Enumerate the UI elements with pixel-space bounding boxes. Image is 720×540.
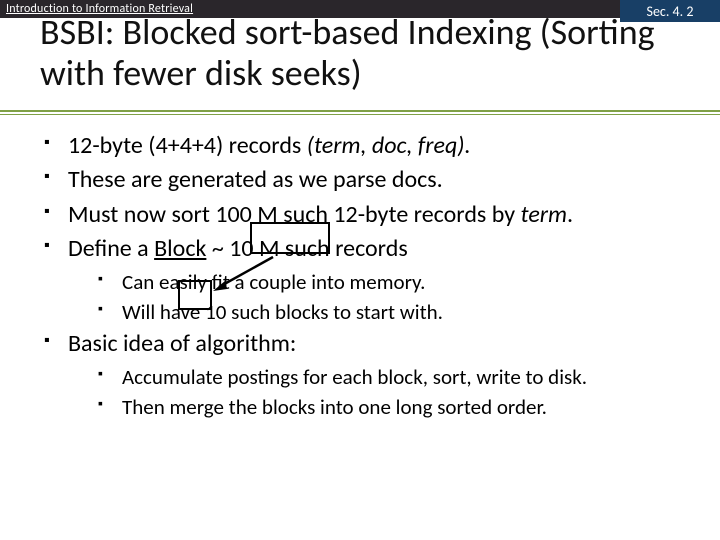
annotation-box-10: [178, 280, 212, 310]
bullet-basic-idea: Basic idea of algorithm: Accumulate post…: [40, 328, 690, 421]
bullet-parse: These are generated as we parse docs.: [40, 164, 690, 196]
text-italic: term: [521, 200, 567, 229]
slide-body: 12-byte (4+4+4) records (term, doc, freq…: [40, 128, 690, 423]
text-underline: Block: [154, 234, 206, 263]
subbullet-accumulate: Accumulate postings for each block, sort…: [94, 363, 690, 391]
text: 12-byte (4+4+4) records: [68, 131, 307, 160]
annotation-box-10m: [250, 222, 330, 254]
text: Will have 10 such blocks to start with.: [122, 299, 443, 325]
text-italic: (term, doc, freq).: [307, 131, 471, 160]
subbullet-merge: Then merge the blocks into one long sort…: [94, 393, 690, 421]
text: These are generated as we parse docs.: [68, 165, 443, 194]
text: .: [567, 200, 573, 229]
bullet-block: Define a Block ~ 10 M such records Can e…: [40, 233, 690, 326]
text: Then merge the blocks into one long sort…: [122, 394, 547, 420]
text: Basic idea of algorithm:: [68, 329, 296, 358]
bullet-records: 12-byte (4+4+4) records (term, doc, freq…: [40, 130, 690, 162]
slide-title: BSBI: Blocked sort-based Indexing (Sorti…: [40, 12, 690, 95]
text: Can easily fit a couple into memory.: [122, 269, 425, 295]
text: Define a: [68, 234, 154, 263]
text: Accumulate postings for each block, sort…: [122, 364, 587, 390]
bullet-sort: Must now sort 100 M such 12-byte records…: [40, 199, 690, 231]
